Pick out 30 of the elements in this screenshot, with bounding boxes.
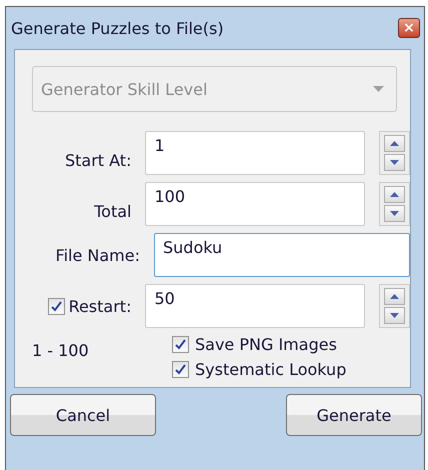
field-label: Total: [94, 202, 132, 220]
number-field[interactable]: 1: [145, 131, 366, 175]
option-checkbox[interactable]: [172, 361, 189, 378]
field-label: Start At:: [64, 150, 132, 170]
spin-down-button[interactable]: [384, 205, 405, 222]
option-label: Systematic Lookup: [195, 360, 346, 379]
down-arrow-icon: [390, 211, 400, 216]
up-arrow-icon: [390, 294, 400, 299]
option-label: Save PNG Images: [195, 335, 337, 354]
text-field[interactable]: Sudoku: [154, 233, 410, 277]
spin-up-button[interactable]: [384, 186, 405, 203]
down-arrow-icon: [390, 313, 400, 318]
window-title: Generate Puzzles to File(s): [11, 18, 224, 38]
spin-down-button[interactable]: [384, 307, 405, 324]
spin-up-button[interactable]: [384, 288, 405, 305]
generate-button[interactable]: Generate: [286, 394, 422, 436]
dropdown-arrow-icon: [373, 86, 384, 92]
option-checkbox[interactable]: [172, 336, 189, 353]
down-arrow-icon: [390, 160, 400, 165]
spin-down-button[interactable]: [384, 154, 405, 171]
restart-checkbox[interactable]: [48, 298, 65, 314]
range-label: 1 - 100: [32, 340, 90, 360]
up-arrow-icon: [390, 141, 400, 146]
up-arrow-icon: [390, 192, 400, 197]
field-label: File Name:: [56, 246, 140, 264]
cancel-button[interactable]: Cancel: [10, 394, 156, 436]
number-field[interactable]: 100: [145, 182, 366, 226]
spin-up-button[interactable]: [384, 135, 405, 152]
number-field[interactable]: 50: [145, 284, 366, 328]
field-label: Restart:: [68, 296, 132, 316]
